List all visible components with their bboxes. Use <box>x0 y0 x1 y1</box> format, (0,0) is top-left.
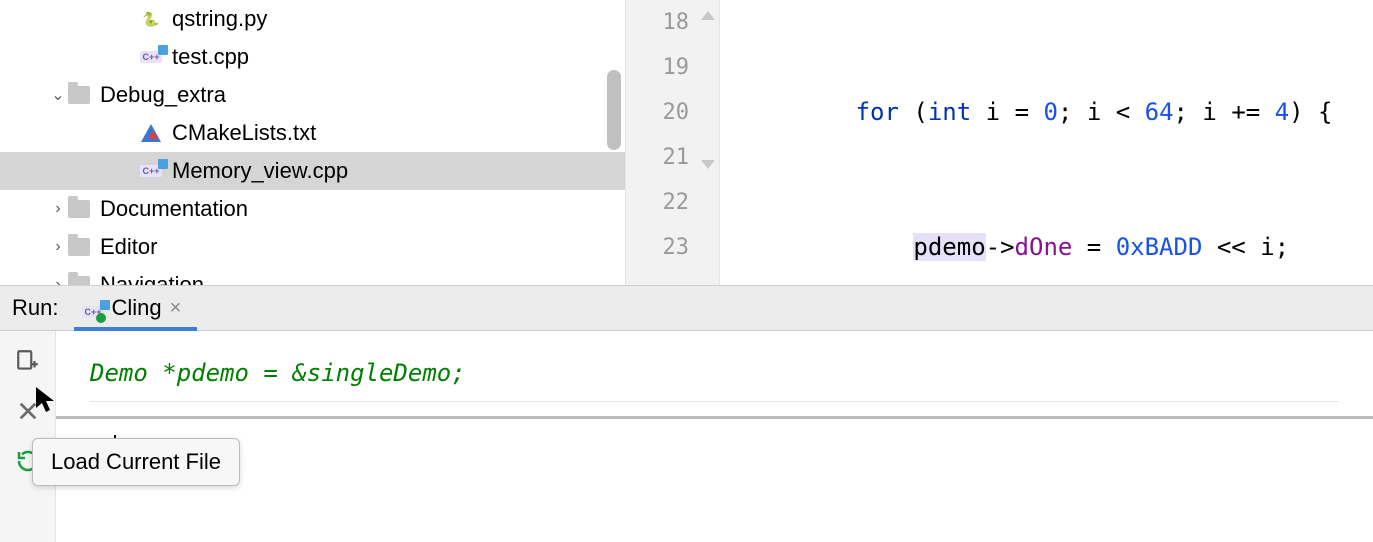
close-button[interactable] <box>12 395 44 427</box>
console-output-line: Demo *pdemo = &singleDemo; <box>90 353 1339 402</box>
tree-item-qstring[interactable]: 🐍 qstring.py <box>0 0 625 38</box>
tree-item-label: Navigation <box>100 272 204 285</box>
tab-cling[interactable]: C++ Cling × <box>74 286 189 330</box>
cpp-file-icon: C++ <box>140 46 162 68</box>
line-number: 23 <box>663 235 690 260</box>
gutter-line[interactable]: 18 <box>626 0 719 45</box>
folder-icon <box>68 198 90 220</box>
code-line-19: pdemo->dOne = 0xBADD << i; <box>740 225 1373 270</box>
run-tab-bar: Run: C++ Cling × <box>0 286 1373 331</box>
chevron-right-icon[interactable]: › <box>48 200 68 218</box>
scrollbar-thumb[interactable] <box>607 70 621 150</box>
folder-icon <box>68 84 90 106</box>
python-file-icon: 🐍 <box>140 8 162 30</box>
folder-icon <box>68 236 90 258</box>
project-tree[interactable]: 🐍 qstring.py C++ test.cpp ⌄ Debug_extra … <box>0 0 625 285</box>
run-panel: Run: C++ Cling × Demo *pdemo = &sing <box>0 285 1373 542</box>
chevron-down-icon[interactable]: ⌄ <box>48 85 68 105</box>
line-number: 19 <box>663 55 690 80</box>
folder-icon <box>68 274 90 285</box>
tree-item-testcpp[interactable]: C++ test.cpp <box>0 38 625 76</box>
gutter-line[interactable]: 22 <box>626 180 719 225</box>
tooltip-text: Load Current File <box>51 449 221 474</box>
tree-item-documentation[interactable]: › Documentation <box>0 190 625 228</box>
tree-item-label: test.cpp <box>172 44 249 70</box>
line-number: 22 <box>663 190 690 215</box>
tree-item-label: Editor <box>100 234 157 260</box>
tree-item-label: Documentation <box>100 196 248 222</box>
tooltip-load-current-file: Load Current File <box>32 438 240 486</box>
tree-item-memory-view[interactable]: C++ Memory_view.cpp <box>0 152 625 190</box>
close-tab-icon[interactable]: × <box>170 297 182 320</box>
tree-scrollbar[interactable] <box>607 0 621 285</box>
tree-item-cmakelists[interactable]: CMakeLists.txt <box>0 114 625 152</box>
fold-up-icon[interactable] <box>701 6 715 20</box>
gutter-line[interactable]: 20 <box>626 90 719 135</box>
tab-label: Cling <box>112 295 162 321</box>
tree-item-navigation[interactable]: › Navigation <box>0 266 625 285</box>
chevron-right-icon[interactable]: › <box>48 276 68 285</box>
run-label: Run: <box>12 295 58 321</box>
run-toolbar <box>0 331 56 542</box>
editor-gutter: 18 19 20 21 22 23 <box>625 0 720 285</box>
run-console[interactable]: Demo *pdemo = &singleDemo; > <box>56 331 1373 542</box>
line-number: 20 <box>663 100 690 125</box>
gutter-line[interactable]: 19 <box>626 45 719 90</box>
cpp-run-icon: C++ <box>82 295 103 321</box>
gutter-line[interactable]: 23 <box>626 225 719 270</box>
cpp-file-icon: C++ <box>140 160 162 182</box>
console-divider <box>56 416 1373 419</box>
line-number: 18 <box>663 10 690 35</box>
tree-item-label: Debug_extra <box>100 82 226 108</box>
tree-item-label: Memory_view.cpp <box>172 158 348 184</box>
code-line-18: for (int i = 0; i < 64; i += 4) { <box>740 90 1373 135</box>
fold-down-icon[interactable] <box>701 160 715 174</box>
tree-item-label: CMakeLists.txt <box>172 120 316 146</box>
chevron-right-icon[interactable]: › <box>48 238 68 256</box>
console-prompt-row[interactable]: > <box>90 433 1339 461</box>
code-editor[interactable]: for (int i = 0; i < 64; i += 4) { pdemo-… <box>720 0 1373 285</box>
line-number: 21 <box>663 145 690 170</box>
tree-item-debug-extra[interactable]: ⌄ Debug_extra <box>0 76 625 114</box>
tree-item-editor[interactable]: › Editor <box>0 228 625 266</box>
tree-item-label: qstring.py <box>172 6 267 32</box>
cmake-file-icon <box>140 122 162 144</box>
gutter-line[interactable]: 21 <box>626 135 719 180</box>
load-file-button[interactable] <box>12 345 44 377</box>
